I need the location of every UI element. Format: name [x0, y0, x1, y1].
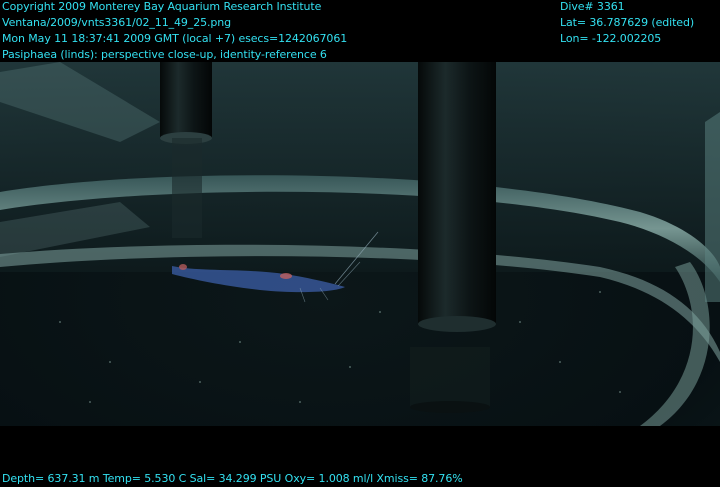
latitude: Lat= 36.787629 (edited) [560, 16, 695, 29]
header-left-overlay: Copyright 2009 Monterey Bay Aquarium Res… [2, 0, 347, 63]
underwater-photo [0, 62, 720, 426]
right-rod-icon [410, 62, 496, 413]
copyright-line: Copyright 2009 Monterey Bay Aquarium Res… [2, 0, 322, 13]
timestamp-line: Mon May 11 18:37:41 2009 GMT (local +7) … [2, 32, 348, 45]
longitude: Lon= -122.002205 [560, 32, 662, 45]
species-caption-line: Pasiphaea (linds): perspective close-up,… [2, 48, 327, 61]
file-path-line: Ventana/2009/vnts3361/02_11_49_25.png [2, 16, 232, 29]
header-right-overlay: Dive# 3361 Lat= 36.787629 (edited) Lon= … [560, 0, 694, 47]
dive-number: Dive# 3361 [560, 0, 625, 13]
container-right-edge [705, 112, 720, 302]
sensor-readout: Depth= 637.31 m Temp= 5.530 C Sal= 34.29… [2, 472, 463, 485]
